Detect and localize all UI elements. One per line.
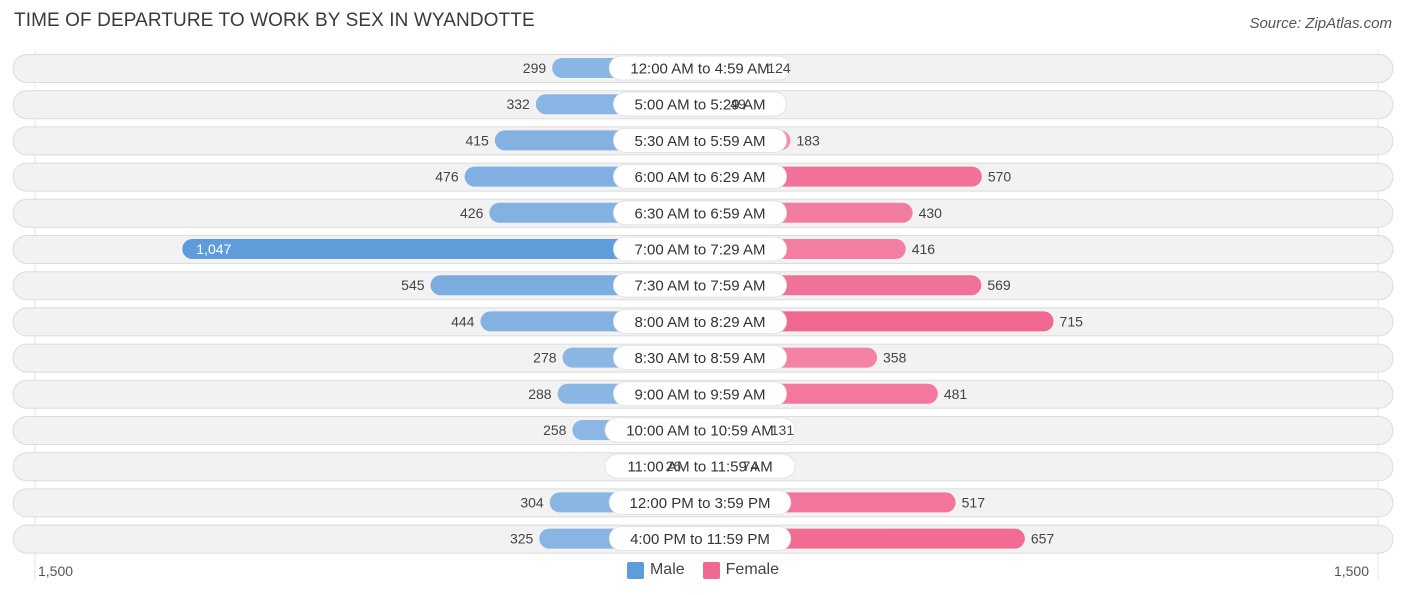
male-value-label: 332 (506, 96, 530, 112)
female-swatch-icon (702, 561, 720, 579)
male-value-label: 476 (435, 169, 459, 185)
category-label: 5:00 AM to 5:29 AM (635, 97, 766, 114)
female-value-label: 74 (743, 458, 759, 474)
male-value-label: 304 (520, 494, 544, 510)
legend-item-female[interactable]: Female (702, 561, 780, 579)
female-value-label: 49 (730, 96, 746, 112)
category-label: 7:00 AM to 7:29 AM (635, 242, 766, 259)
female-value-label: 481 (944, 386, 968, 402)
female-value-label: 183 (796, 132, 820, 148)
male-value-label: 288 (528, 386, 552, 402)
female-value-label: 430 (919, 205, 943, 221)
legend: Male Female (0, 561, 1406, 579)
legend-female-label: Female (725, 561, 780, 578)
male-value-label: 278 (533, 350, 557, 366)
male-value-label: 299 (523, 60, 547, 76)
legend-item-male[interactable]: Male (626, 561, 685, 579)
legend-male-label: Male (649, 561, 685, 578)
category-label: 12:00 AM to 4:59 AM (630, 61, 769, 78)
category-label: 4:00 PM to 11:59 PM (630, 531, 770, 548)
category-label: 6:00 AM to 6:29 AM (635, 169, 766, 186)
category-label: 7:30 AM to 7:59 AM (635, 278, 766, 295)
male-value-label: 415 (465, 132, 489, 148)
female-value-label: 517 (962, 494, 986, 510)
female-value-label: 416 (912, 241, 936, 257)
female-value-label: 570 (988, 169, 1012, 185)
female-value-label: 657 (1031, 531, 1055, 547)
chart-canvas: 12:00 AM to 4:59 AM 299 124 5:00 AM to 5:29… (12, 50, 1394, 580)
category-label: 10:00 AM to 10:59 AM (626, 423, 774, 440)
female-value-label: 569 (987, 277, 1011, 293)
category-label: 12:00 PM to 3:59 PM (630, 495, 771, 512)
male-value-label: 26 (666, 458, 682, 474)
male-value-label: 444 (451, 313, 475, 329)
male-value-label: 325 (510, 531, 534, 547)
male-swatch-icon (626, 561, 644, 579)
female-value-label: 124 (767, 60, 791, 76)
category-label: 8:00 AM to 8:29 AM (635, 314, 766, 331)
category-label: 6:30 AM to 6:59 AM (635, 205, 766, 222)
male-value-label: 545 (401, 277, 425, 293)
male-value-label: 426 (460, 205, 484, 221)
female-value-label: 131 (771, 422, 795, 438)
category-label: 9:00 AM to 9:59 AM (635, 386, 766, 403)
male-value-label: 258 (543, 422, 567, 438)
female-value-label: 715 (1060, 313, 1084, 329)
category-label: 5:30 AM to 5:59 AM (635, 133, 766, 150)
category-label: 8:30 AM to 8:59 AM (635, 350, 766, 367)
female-value-label: 358 (883, 350, 907, 366)
male-value-label: 1,047 (196, 241, 231, 257)
